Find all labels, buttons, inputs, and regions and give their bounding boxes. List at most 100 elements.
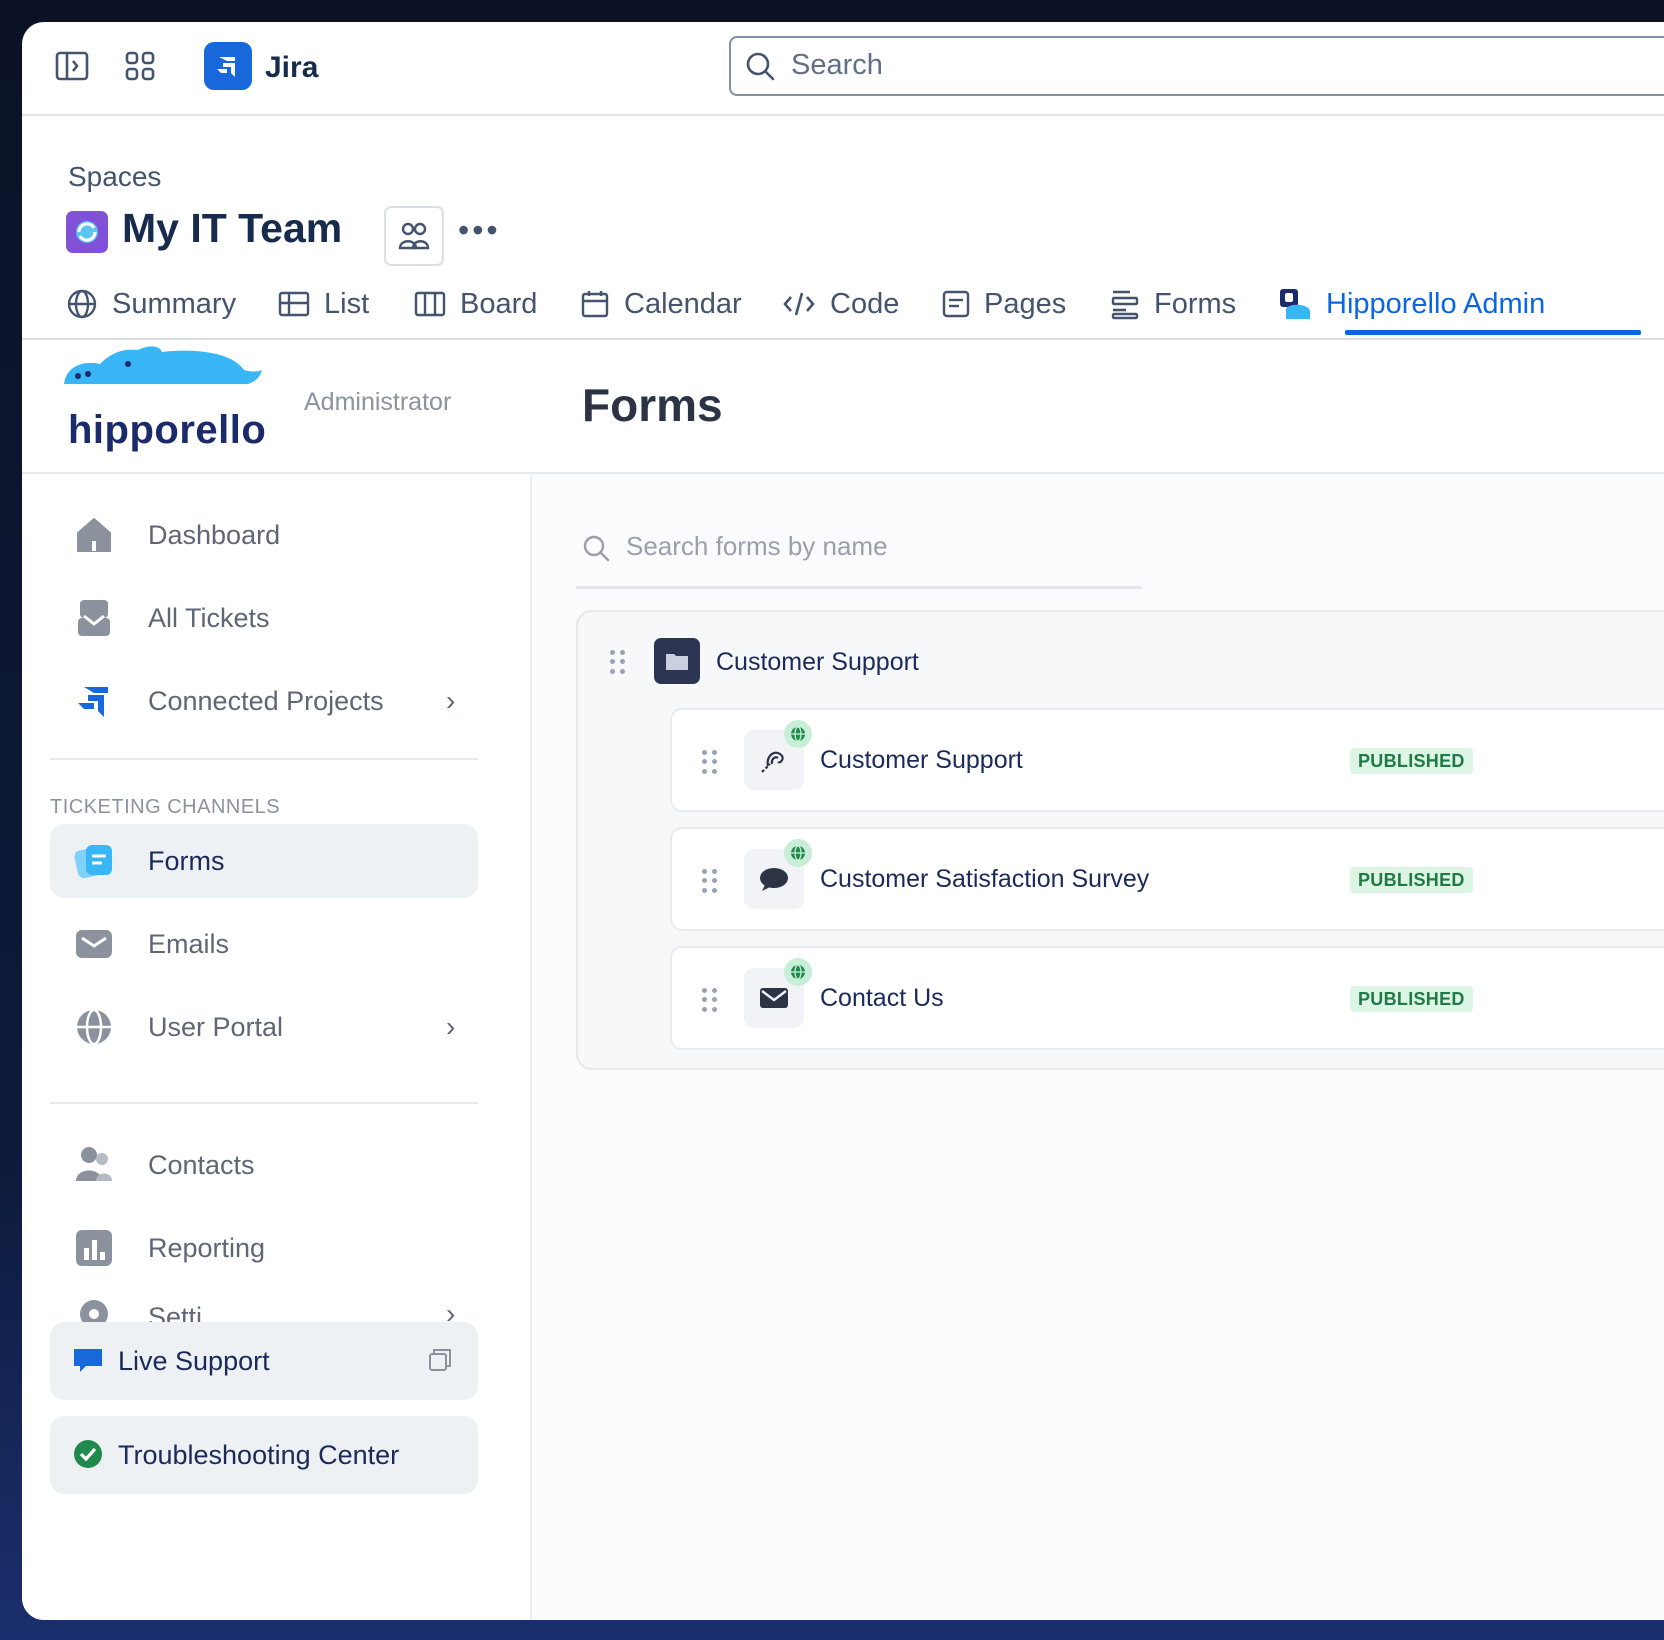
settings-icon xyxy=(74,1294,114,1324)
people-icon xyxy=(398,222,430,250)
forms-icon xyxy=(74,841,114,881)
tab-board[interactable]: Board xyxy=(414,282,537,326)
sidebar-item-user-portal[interactable]: User Portal › xyxy=(50,990,478,1064)
team-members-button[interactable] xyxy=(384,206,444,266)
globe-badge-icon xyxy=(784,839,812,867)
global-search[interactable] xyxy=(729,36,1664,96)
main-content: Customer Support Customer Support PUBLIS… xyxy=(532,474,1664,1620)
pages-icon xyxy=(942,290,970,318)
chart-icon xyxy=(74,1228,114,1268)
open-window-icon[interactable] xyxy=(428,1348,452,1377)
tab-pages[interactable]: Pages xyxy=(942,282,1066,326)
board-icon xyxy=(414,291,446,317)
top-navigation-bar: Jira xyxy=(22,22,1664,116)
list-icon xyxy=(278,291,310,317)
tab-label: Forms xyxy=(1154,287,1237,320)
status-badge: PUBLISHED xyxy=(1350,748,1473,774)
breadcrumb[interactable]: Spaces xyxy=(68,161,161,193)
sidebar-item-dashboard[interactable]: Dashboard xyxy=(50,498,478,572)
form-row[interactable]: Customer Support PUBLISHED xyxy=(670,708,1664,812)
folder-card: Customer Support Customer Support PUBLIS… xyxy=(576,610,1664,1070)
chat-icon xyxy=(72,1346,104,1379)
tab-label: Calendar xyxy=(624,287,742,320)
form-name[interactable]: Contact Us xyxy=(820,984,944,1013)
troubleshooting-center-button[interactable]: Troubleshooting Center xyxy=(50,1416,478,1494)
calendar-icon xyxy=(581,291,609,318)
search-icon xyxy=(745,51,775,86)
folder-name[interactable]: Customer Support xyxy=(716,648,919,677)
sidebar-item-label: User Portal xyxy=(148,1011,284,1042)
contacts-icon xyxy=(74,1145,114,1185)
status-badge: PUBLISHED xyxy=(1350,986,1473,1012)
live-support-label: Live Support xyxy=(118,1346,270,1376)
tab-summary[interactable]: Summary xyxy=(66,282,236,326)
home-icon xyxy=(74,515,114,555)
hippo-logo-icon xyxy=(64,346,262,384)
active-tab-indicator xyxy=(1345,330,1641,335)
sidebar-item-label: All Tickets xyxy=(148,602,270,633)
globe-icon xyxy=(74,1007,114,1047)
drag-handle-icon[interactable] xyxy=(702,988,718,1012)
search-input[interactable] xyxy=(789,48,1393,83)
chevron-right-icon[interactable]: › xyxy=(446,1011,455,1043)
chevron-right-icon[interactable]: › xyxy=(446,685,455,717)
sidebar: Dashboard All Tickets Connected Projects… xyxy=(22,474,532,1620)
tab-code[interactable]: Code xyxy=(782,282,899,326)
drag-handle-icon[interactable] xyxy=(702,869,718,893)
section-title: TICKETING CHANNELS xyxy=(50,796,281,818)
sidebar-item-label: Contacts xyxy=(148,1149,255,1180)
form-name[interactable]: Customer Satisfaction Survey xyxy=(820,865,1149,894)
globe-badge-icon xyxy=(784,958,812,986)
space-tabs: Summary List Board Calendar Code Pages F… xyxy=(22,274,1664,340)
jira-logo-icon[interactable] xyxy=(204,42,252,90)
more-actions-button[interactable]: ••• xyxy=(458,212,501,249)
sidebar-item-contacts[interactable]: Contacts xyxy=(50,1128,478,1202)
app-switcher-icon[interactable] xyxy=(122,48,158,84)
form-row[interactable]: Customer Satisfaction Survey PUBLISHED xyxy=(670,827,1664,931)
forms-search-input[interactable] xyxy=(624,530,1128,563)
globe-icon xyxy=(67,289,97,319)
tab-list[interactable]: List xyxy=(278,282,369,326)
sidebar-item-reporting[interactable]: Reporting xyxy=(50,1211,478,1285)
form-name[interactable]: Customer Support xyxy=(820,746,1023,775)
chevron-right-icon[interactable]: › xyxy=(446,1298,455,1324)
live-support-button[interactable]: Live Support xyxy=(50,1322,478,1400)
sidebar-item-label: Reporting xyxy=(148,1232,266,1263)
tab-calendar[interactable]: Calendar xyxy=(580,282,742,326)
forms-icon xyxy=(1111,290,1139,320)
app-name[interactable]: Jira xyxy=(265,51,318,85)
sidebar-item-connected-projects[interactable]: Connected Projects › xyxy=(50,664,478,738)
form-row[interactable]: Contact Us PUBLISHED xyxy=(670,946,1664,1050)
tab-forms[interactable]: Forms xyxy=(1110,282,1236,326)
troubleshooting-label: Troubleshooting Center xyxy=(118,1440,400,1470)
sidebar-item-settings[interactable]: Setti › xyxy=(50,1294,478,1324)
tab-label: List xyxy=(324,287,370,320)
sidebar-item-all-tickets[interactable]: All Tickets xyxy=(50,581,478,655)
sidebar-item-forms[interactable]: Forms xyxy=(50,824,478,898)
forms-search[interactable] xyxy=(576,516,1142,589)
sidebar-item-emails[interactable]: Emails xyxy=(50,907,478,981)
sidebar-toggle-icon[interactable] xyxy=(54,48,90,84)
role-label: Administrator xyxy=(304,388,452,416)
sidebar-item-label: Forms xyxy=(148,845,225,876)
globe-badge-icon xyxy=(784,720,812,748)
tab-hipporello-admin[interactable]: Hipporello Admin xyxy=(1278,282,1545,326)
status-badge: PUBLISHED xyxy=(1350,867,1473,893)
divider xyxy=(50,758,478,760)
folder-icon xyxy=(654,638,700,684)
page-title: Forms xyxy=(582,379,723,431)
code-icon xyxy=(783,292,815,316)
space-avatar xyxy=(66,211,108,253)
app-window: Jira Spaces My IT Team ••• Summary List … xyxy=(22,22,1664,1620)
sidebar-item-label: Dashboard xyxy=(148,519,281,550)
drag-handle-icon[interactable] xyxy=(610,650,626,674)
check-circle-icon xyxy=(72,1438,104,1475)
tab-label: Summary xyxy=(112,287,237,320)
jira-icon xyxy=(74,681,114,721)
divider xyxy=(50,1102,478,1104)
space-title: My IT Team xyxy=(122,205,343,251)
drag-handle-icon[interactable] xyxy=(702,750,718,774)
search-icon xyxy=(582,534,610,567)
scroll-clip: Setti › xyxy=(22,1294,528,1324)
sidebar-item-label: Setti xyxy=(148,1302,203,1324)
